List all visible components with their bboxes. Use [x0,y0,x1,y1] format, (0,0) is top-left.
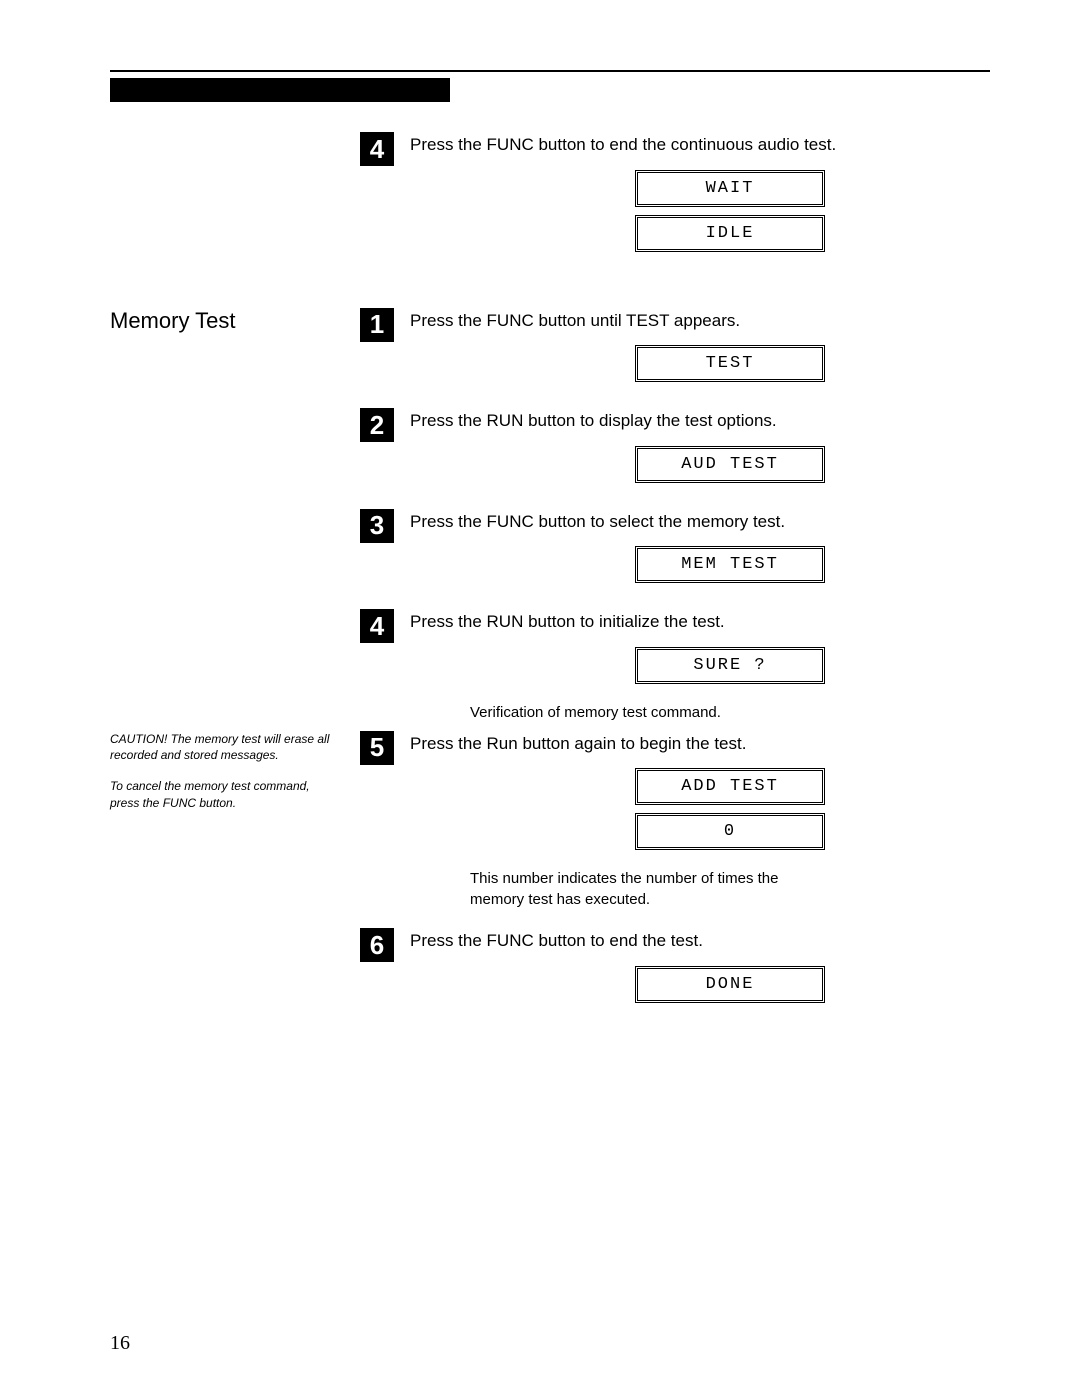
step-number-badge: 2 [360,408,394,442]
step-number-col: 4 [360,609,410,643]
instruction-text: Press the Run button again to begin the … [410,731,990,757]
step-body: Press the RUN button to display the test… [410,408,990,501]
instruction-text: Press the FUNC button to end the continu… [410,132,990,158]
section-heading-col: Memory Test [110,308,360,334]
display-group: TEST [470,345,990,390]
display-group: MEM TEST [470,546,990,591]
display-caption: This number indicates the number of time… [470,868,810,910]
step-row: 3 Press the FUNC button to select the me… [110,509,990,602]
display-group: SURE ? [470,647,990,692]
header-rule [110,70,990,72]
step-number-badge: 3 [360,509,394,543]
section-heading: Memory Test [110,308,340,334]
step-number-badge: 6 [360,928,394,962]
step-body: Press the Run button again to begin the … [410,731,990,911]
caption-wrap: This number indicates the number of time… [470,868,870,910]
lcd-display: WAIT [635,170,825,207]
step-row: 2 Press the RUN button to display the te… [110,408,990,501]
step-row: 6 Press the FUNC button to end the test.… [110,928,990,1021]
step-number-badge: 5 [360,731,394,765]
step-row: Memory Test 1 Press the FUNC button unti… [110,308,990,401]
caution-note: CAUTION! The memory test will erase all … [110,731,340,765]
step-number-col: 1 [360,308,410,342]
lcd-display: IDLE [635,215,825,252]
intro-step-row: 4 Press the FUNC button to end the conti… [110,132,990,270]
lcd-display: TEST [635,345,825,382]
display-caption: Verification of memory test command. [470,702,810,723]
header-black-bar [110,78,450,102]
instruction-text: Press the RUN button to display the test… [410,408,990,434]
display-group: ADD TEST 0 [470,768,990,858]
step-number-col: 5 [360,731,410,765]
step-body: Press the FUNC button until TEST appears… [410,308,990,401]
step-number-col: 3 [360,509,410,543]
step-number-badge: 1 [360,308,394,342]
step-number-col: 2 [360,408,410,442]
cancel-note: To cancel the memory test command, press… [110,778,340,812]
instruction-text: Press the FUNC button to end the test. [410,928,990,954]
lcd-display: DONE [635,966,825,1003]
step-body: Press the FUNC button to end the test. D… [410,928,990,1021]
caption-wrap: Verification of memory test command. [470,702,870,723]
step-number-col: 6 [360,928,410,962]
lcd-display: MEM TEST [635,546,825,583]
step-body: Press the FUNC button to end the continu… [410,132,990,270]
display-group: AUD TEST [470,446,990,491]
display-group: DONE [470,966,990,1011]
lcd-display: SURE ? [635,647,825,684]
step-row: CAUTION! The memory test will erase all … [110,731,990,911]
step-number-col: 4 [360,132,410,166]
step-number-badge: 4 [360,609,394,643]
lcd-display: ADD TEST [635,768,825,805]
page-number: 16 [110,1332,130,1355]
lcd-display: AUD TEST [635,446,825,483]
step-row: 4 Press the RUN button to initialize the… [110,609,990,723]
instruction-text: Press the FUNC button until TEST appears… [410,308,990,334]
instruction-text: Press the FUNC button to select the memo… [410,509,990,535]
step-body: Press the FUNC button to select the memo… [410,509,990,602]
step-body: Press the RUN button to initialize the t… [410,609,990,723]
sidebar-notes-col: CAUTION! The memory test will erase all … [110,731,360,826]
lcd-display: 0 [635,813,825,850]
step-number-badge: 4 [360,132,394,166]
page-content: 4 Press the FUNC button to end the conti… [110,132,990,1021]
instruction-text: Press the RUN button to initialize the t… [410,609,990,635]
display-group: WAIT IDLE [470,170,990,260]
